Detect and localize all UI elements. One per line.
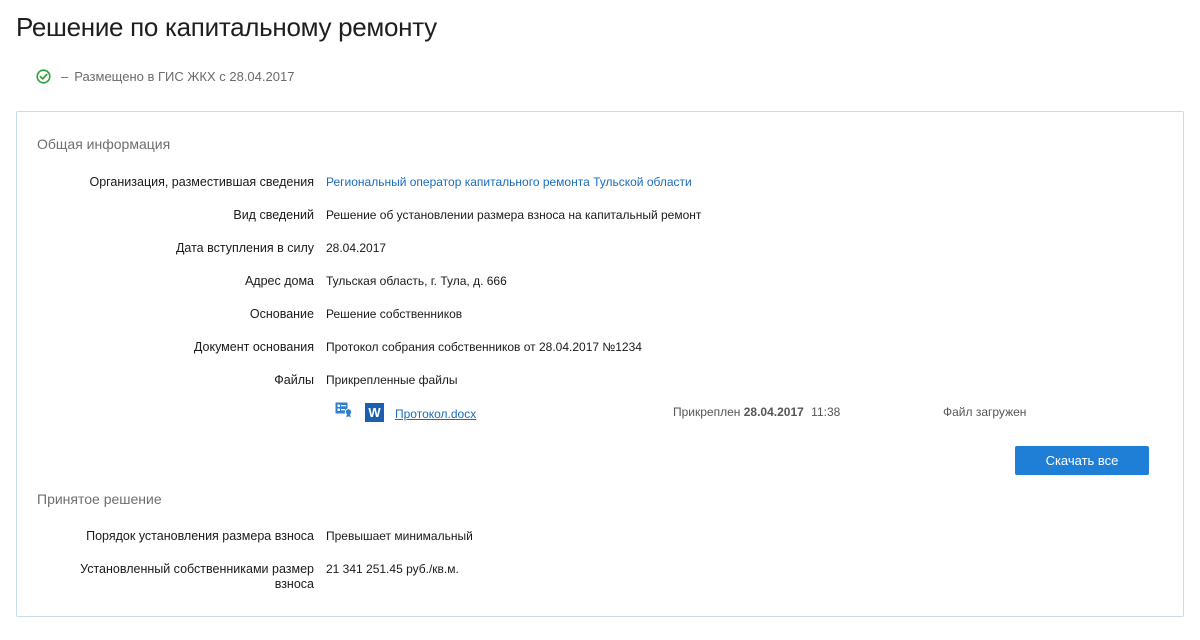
- attached-date: 28.04.2017: [743, 405, 804, 419]
- status-text: Размещено в ГИС ЖКХ с 28.04.2017: [74, 69, 295, 84]
- status-line: – Размещено в ГИС ЖКХ с 28.04.2017: [36, 69, 294, 84]
- row-label: Организация, разместившая сведения: [89, 175, 314, 189]
- row-label: Установленный собственниками размер взно…: [80, 562, 314, 591]
- row-label: Порядок установления размера взноса: [86, 529, 314, 543]
- row-label: Документ основания: [193, 340, 314, 354]
- row-value: Решение об установлении размера взноса н…: [326, 208, 702, 222]
- row-label: Основание: [249, 307, 314, 321]
- section-title-decision: Принятое решение: [37, 491, 162, 507]
- file-item: W Протокол.docx Прикреплен 28.04.2017 11…: [17, 402, 1183, 426]
- word-document-icon: W: [365, 403, 384, 422]
- row-value: Решение собственников: [326, 307, 463, 321]
- digital-signature-icon[interactable]: [335, 402, 353, 418]
- attached-time: 11:38: [811, 405, 841, 419]
- row-value: Протокол собрания собственников от 28.04…: [326, 340, 642, 354]
- row-value: 28.04.2017: [326, 241, 387, 255]
- row-value: Превышает минимальный: [326, 529, 473, 543]
- file-status: Файл загружен: [943, 405, 1027, 419]
- file-download-link[interactable]: Протокол.docx: [395, 407, 476, 421]
- row-label: Вид сведений: [233, 208, 314, 222]
- info-card: Общая информация Организация, разместивш…: [16, 111, 1184, 617]
- row-label: Файлы: [274, 373, 314, 387]
- row-label: Дата вступления в силу: [175, 241, 314, 255]
- row-value: Тульская область, г. Тула, д. 666: [326, 274, 507, 288]
- check-circle-icon: [36, 69, 51, 84]
- row-value: Прикрепленные файлы: [326, 373, 458, 387]
- attached-info: Прикреплен 28.04.2017 11:38: [673, 405, 840, 419]
- row-value: 21 341 251.45 руб./кв.м.: [326, 562, 459, 576]
- download-all-button[interactable]: Скачать все: [1015, 446, 1149, 475]
- section-title-general: Общая информация: [37, 136, 171, 152]
- page-title: Решение по капитальному ремонту: [16, 12, 437, 42]
- organization-link[interactable]: Региональный оператор капитального ремон…: [326, 175, 692, 190]
- status-dash: –: [61, 69, 69, 84]
- row-label: Адрес дома: [244, 274, 314, 288]
- attached-prefix: Прикреплен: [673, 405, 741, 419]
